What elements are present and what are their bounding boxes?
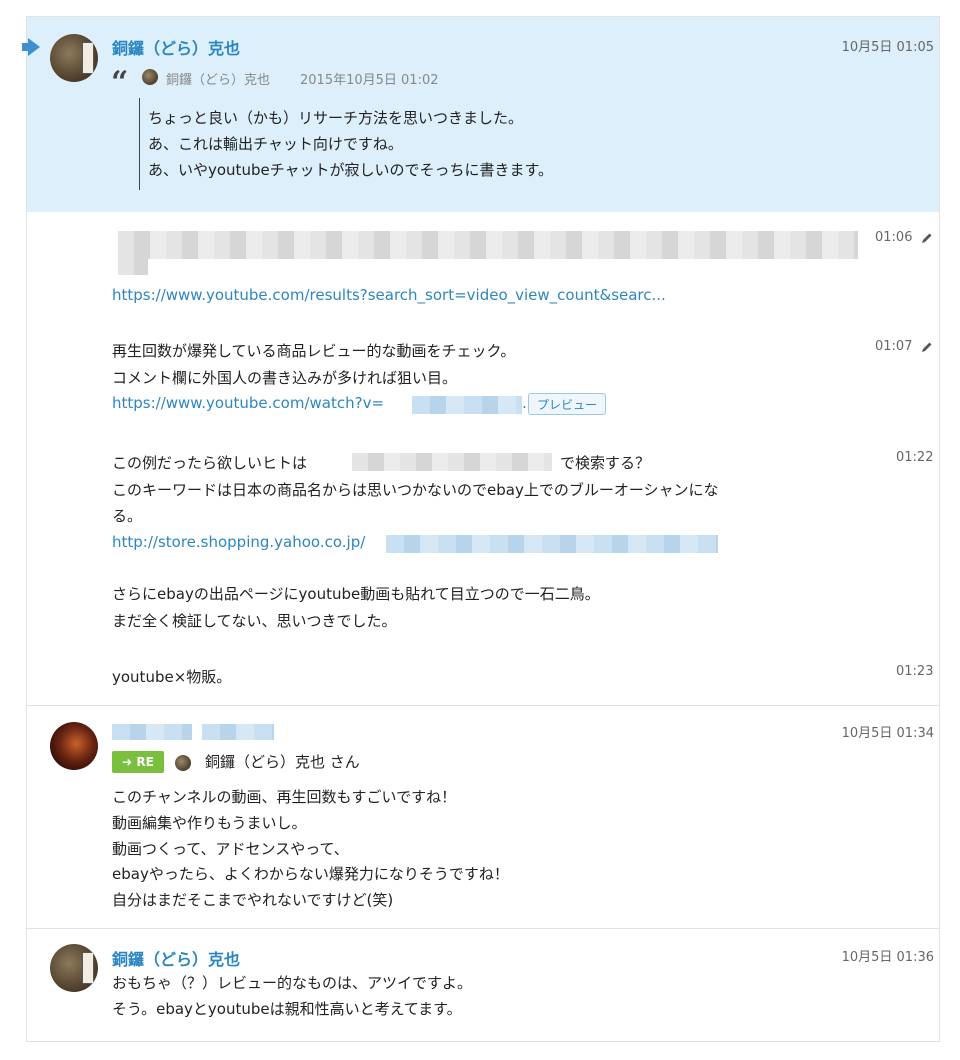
reply-target[interactable]: 銅鑼（どら）克也 さん	[205, 751, 360, 772]
message-line: このキーワードは日本の商品名からは思いつかないのでebay上でのブルーオーシャン…	[112, 481, 719, 499]
message-time: 10月5日 01:34	[841, 726, 934, 741]
quote-line: ちょっと良い（かも）リサーチ方法を思いつきました。	[148, 109, 524, 127]
quote-line: あ、いやyoutubeチャットが寂しいのでそっちに書きます。	[148, 161, 554, 179]
message-line: まだ全く検証してない、思いつきでした。	[112, 612, 397, 630]
message-line: 動画編集や作りもうまいし。	[112, 814, 307, 832]
redacted-author[interactable]	[112, 724, 192, 740]
message-line: ebayやったら、よくわからない爆発力になりそうですね！	[112, 865, 509, 883]
avatar[interactable]	[50, 722, 98, 770]
message-time: 01:23	[896, 664, 934, 679]
message-time: 01:07	[875, 339, 933, 354]
redacted-link	[386, 535, 718, 553]
reply-badge[interactable]: ➜ RE	[112, 751, 164, 773]
quote-bar	[139, 98, 140, 190]
redacted-text	[118, 231, 858, 259]
redacted-author[interactable]	[202, 724, 274, 740]
message-time: 10月5日 01:36	[841, 950, 934, 965]
quote-icon: “	[111, 65, 129, 100]
message-line: このチャンネルの動画、再生回数もすごいですね！	[112, 788, 457, 806]
avatar[interactable]	[50, 34, 98, 82]
message-link[interactable]: https://www.youtube.com/watch?v=	[112, 394, 384, 412]
pencil-icon	[921, 233, 932, 243]
message-time: 01:06	[875, 230, 933, 245]
message-line: youtube×物販。	[112, 668, 232, 686]
quote-avatar	[142, 69, 158, 85]
redacted-link	[412, 396, 522, 414]
message-line: そう。ebayとyoutubeは親和性高いと考えてます。	[112, 1000, 462, 1018]
quote-date: 2015年10月5日 01:02	[300, 73, 439, 88]
message-line: で検索する？	[560, 454, 651, 472]
arrow-right-icon-head	[28, 38, 40, 56]
quote-line: あ、これは輸出チャット向けですね。	[148, 135, 403, 153]
message-line: 動画つくって、アドセンスやって、	[112, 840, 349, 858]
author-name[interactable]: 銅鑼（どら）克也	[112, 35, 240, 59]
message-line: コメント欄に外国人の書き込みが多ければ狙い目。	[112, 369, 458, 387]
message-line: さらにebayの出品ページにyoutube動画も貼れて目立つので一石二鳥。	[112, 585, 600, 603]
quote-author[interactable]: 銅鑼（どら）克也	[166, 69, 270, 88]
message-line: この例だったら欲しいヒトは	[112, 454, 308, 472]
message-line: る。	[112, 507, 143, 525]
pencil-icon	[921, 342, 932, 352]
redacted-text	[352, 453, 552, 471]
reply-avatar	[175, 755, 191, 771]
message-time: 10月5日 01:05	[841, 40, 934, 55]
message-time: 01:22	[896, 450, 934, 465]
author-name[interactable]: 銅鑼（どら）克也	[112, 946, 240, 970]
link-suffix: .	[522, 394, 527, 412]
message-link[interactable]: http://store.shopping.yahoo.co.jp/	[112, 533, 365, 551]
preview-button[interactable]: プレビュー	[528, 393, 607, 415]
reply-arrow-icon: ➜	[122, 755, 133, 769]
message-line: おもちゃ（？）レビュー的なものは、アツイですよ。	[112, 974, 473, 992]
avatar[interactable]	[50, 944, 98, 992]
message-line: 自分はまだそこまでやれないですけど(笑)	[112, 891, 394, 909]
message-line: 再生回数が爆発している商品レビュー的な動画をチェック。	[112, 342, 516, 360]
redacted-text	[118, 259, 148, 275]
message-link[interactable]: https://www.youtube.com/results?search_s…	[112, 286, 666, 304]
